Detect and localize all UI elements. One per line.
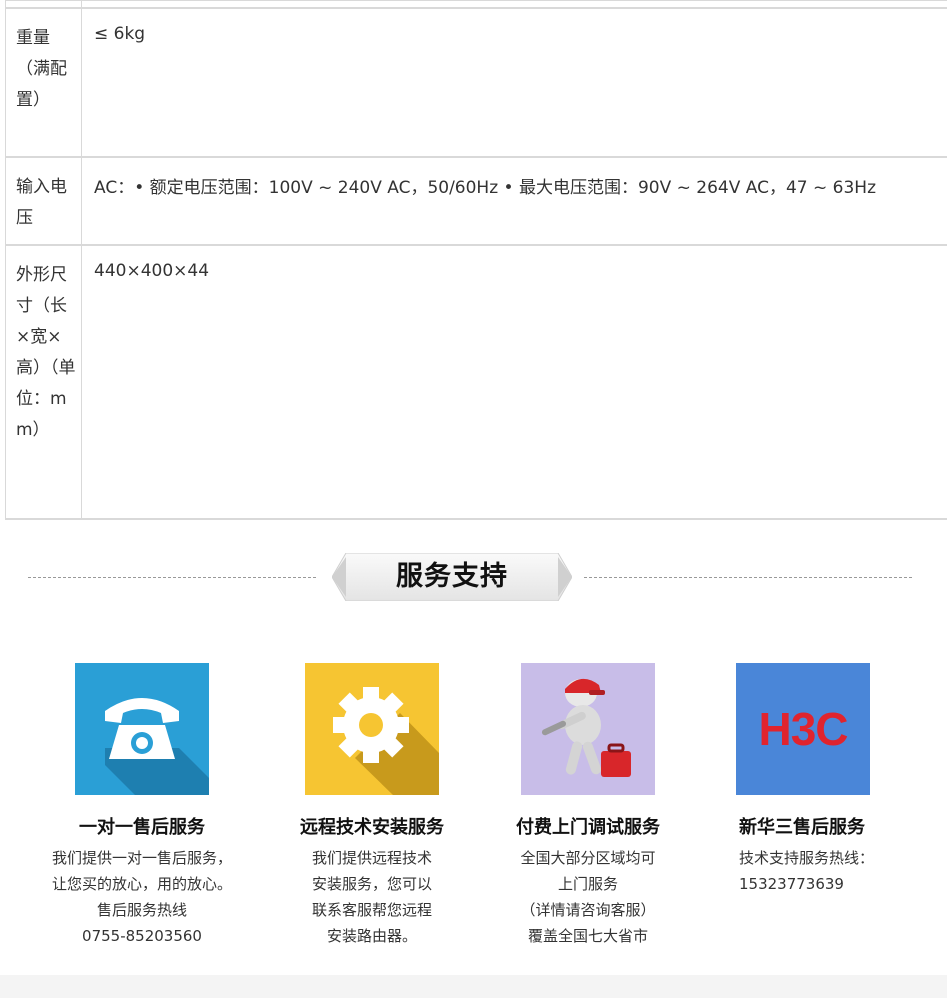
section-banner: 服务支持 [332, 553, 572, 601]
card-title: 一对一售后服务 [79, 817, 205, 838]
spec-label: 重量（满配置） [6, 9, 82, 156]
h3c-logo: H3C [736, 663, 870, 795]
card-title: 新华三售后服务 [739, 817, 865, 838]
service-card: 远程技术安装服务 我们提供远程技术 安装服务，您可以 联系客服帮您远程 安装路由… [262, 663, 482, 949]
svg-text:H3C: H3C [758, 703, 847, 755]
spec-label: 输入电压 [6, 158, 82, 244]
spec-value: ≤ 6kg [94, 24, 146, 44]
section-title: 服务支持 [396, 561, 508, 592]
phone-icon [75, 663, 209, 795]
service-section-header: 服务支持 [0, 553, 947, 601]
card-title: 付费上门调试服务 [516, 817, 660, 838]
service-card: 一对一售后服务 我们提供一对一售后服务， 让您买的放心，用的放心。 售后服务热线… [32, 663, 252, 949]
spec-row: 输入电压 AC：• 额定电压范围：100V ~ 240V AC，50/60Hz … [6, 158, 947, 246]
card-description: 全国大部分区域均可 上门服务 （详情请咨询客服） 覆盖全国七大省市 [520, 849, 656, 945]
spec-row: 外形尺寸（长×宽×高）（单位：mm） 440×400×44 [6, 246, 947, 520]
divider [584, 577, 912, 578]
card-description: 我们提供远程技术 安装服务，您可以 联系客服帮您远程 安装路由器。 [311, 849, 432, 945]
card-description: 我们提供一对一售后服务， 让您买的放心，用的放心。 售后服务热线 0755-85… [51, 849, 232, 945]
service-card: H3C 新华三售后服务 技术支持服务热线： 15323773639 [694, 663, 914, 897]
footer-band [0, 975, 947, 998]
spec-label: 外形尺寸（长×宽×高）（单位：mm） [6, 246, 82, 518]
gear-icon [305, 663, 439, 795]
card-description: 技术支持服务热线： 15323773639 [739, 849, 875, 893]
technician-icon [521, 663, 655, 795]
spec-table: 重量（满配置） ≤ 6kg 输入电压 AC：• 额定电压范围：100V ~ 24… [5, 0, 947, 520]
spec-value: 440×400×44 [94, 261, 210, 281]
spec-label [6, 1, 82, 7]
spec-row [6, 1, 947, 9]
service-card: 付费上门调试服务 全国大部分区域均可 上门服务 （详情请咨询客服） 覆盖全国七大… [478, 663, 698, 949]
divider [28, 577, 316, 578]
spec-value: AC：• 额定电压范围：100V ~ 240V AC，50/60Hz • 最大电… [94, 178, 876, 198]
spec-row: 重量（满配置） ≤ 6kg [6, 9, 947, 158]
card-title: 远程技术安装服务 [300, 817, 444, 838]
